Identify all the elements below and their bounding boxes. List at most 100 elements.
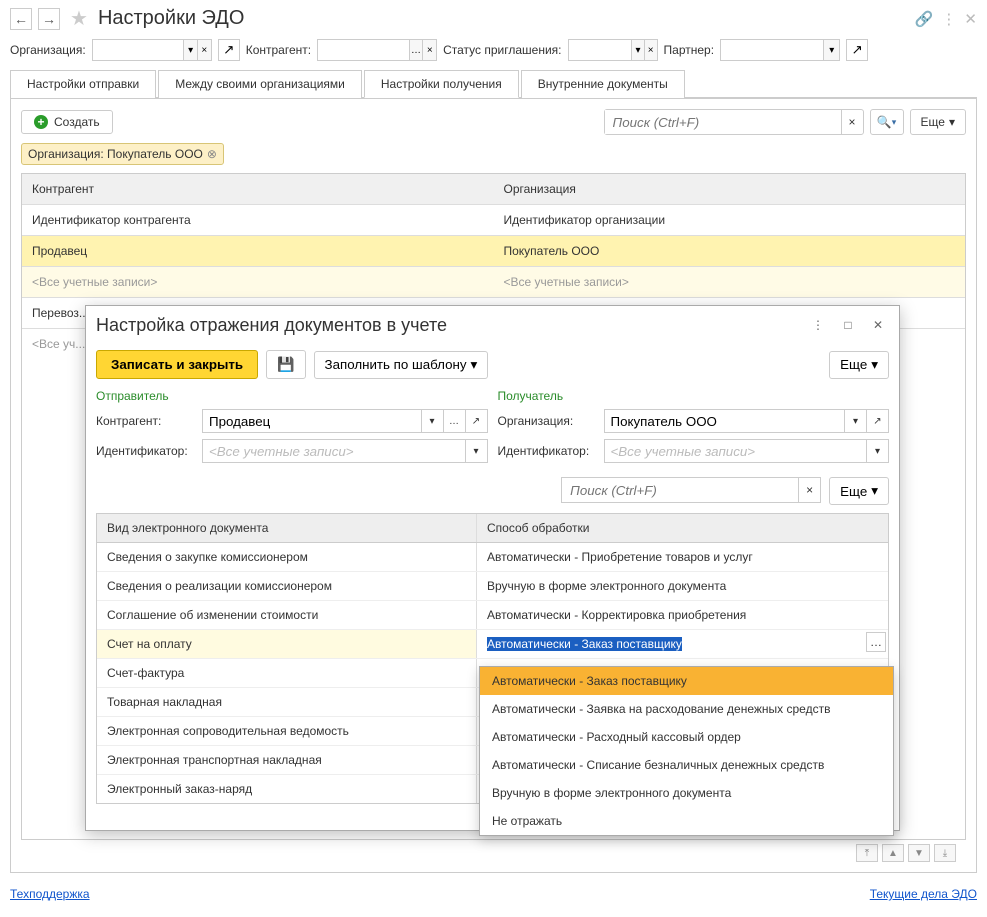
org-input[interactable] bbox=[605, 410, 845, 432]
dialog-search-box[interactable]: × bbox=[561, 477, 821, 503]
column-header-contractor[interactable]: Контрагент bbox=[22, 174, 494, 204]
nav-back-button[interactable]: ← bbox=[10, 8, 32, 30]
chevron-down-icon: ▾ bbox=[949, 115, 955, 129]
cell: Покупатель ООО bbox=[494, 236, 966, 266]
dropdown-option[interactable]: Автоматически - Заявка на расходование д… bbox=[480, 695, 893, 723]
tab-between-orgs[interactable]: Между своими организациями bbox=[158, 70, 362, 98]
table-row[interactable]: Идентификатор контрагента Идентификатор … bbox=[22, 205, 965, 236]
table-row[interactable]: Сведения о закупке комиссионером Автомат… bbox=[97, 543, 888, 572]
more-label: Еще bbox=[840, 357, 867, 372]
cell: Идентификатор контрагента bbox=[22, 205, 494, 235]
nav-forward-button[interactable]: → bbox=[38, 8, 60, 30]
clear-search-icon[interactable]: × bbox=[841, 110, 863, 134]
dropdown-option[interactable]: Вручную в форме электронного документа bbox=[480, 779, 893, 807]
favorite-star-icon[interactable]: ★ bbox=[70, 6, 88, 31]
sender-id-input[interactable] bbox=[203, 440, 465, 462]
contractor-combo[interactable]: … × bbox=[317, 39, 437, 61]
dialog-close-icon[interactable]: ✕ bbox=[867, 314, 889, 336]
dropdown-trigger-icon[interactable]: … bbox=[866, 632, 886, 652]
receiver-id-field[interactable]: ▾ bbox=[604, 439, 890, 463]
dialog-kebab-icon[interactable]: ⋮ bbox=[807, 314, 829, 336]
chevron-down-icon[interactable]: ▾ bbox=[866, 440, 888, 462]
ellipsis-icon[interactable]: … bbox=[409, 40, 423, 60]
save-button[interactable]: 💾 bbox=[266, 350, 305, 379]
cell: Идентификатор организации bbox=[494, 205, 966, 235]
clear-icon[interactable]: × bbox=[644, 40, 657, 60]
organization-filter-label: Организация: bbox=[10, 43, 86, 57]
partner-input[interactable] bbox=[721, 40, 823, 60]
tab-receive-settings[interactable]: Настройки получения bbox=[364, 70, 519, 98]
chevron-down-icon[interactable]: ▾ bbox=[183, 40, 197, 60]
contractor-field[interactable]: ▾ … ↗ bbox=[202, 409, 488, 433]
organization-combo[interactable]: ▾ × bbox=[92, 39, 212, 61]
chevron-down-icon[interactable]: ▾ bbox=[421, 410, 443, 432]
more-button-label: Еще bbox=[921, 115, 945, 129]
table-row[interactable]: Сведения о реализации комиссионером Вруч… bbox=[97, 572, 888, 601]
invite-status-input[interactable] bbox=[569, 40, 632, 60]
contractor-input[interactable] bbox=[318, 40, 409, 60]
table-row[interactable]: <Все учетные записи> <Все учетные записи… bbox=[22, 267, 965, 298]
diskette-icon: 💾 bbox=[277, 356, 294, 373]
save-and-close-button[interactable]: Записать и закрыть bbox=[96, 350, 258, 379]
chevron-down-icon[interactable]: ▾ bbox=[465, 440, 487, 462]
table-row-selected[interactable]: Счет на оплату Автоматически - Заказ пос… bbox=[97, 630, 888, 659]
column-header-doc-kind[interactable]: Вид электронного документа bbox=[97, 514, 477, 542]
table-row[interactable]: Продавец Покупатель ООО bbox=[22, 236, 965, 267]
selected-value: Автоматически - Заказ поставщику bbox=[487, 637, 682, 651]
fill-by-template-button[interactable]: Заполнить по шаблону ▾ bbox=[314, 351, 489, 379]
create-button[interactable]: + Создать bbox=[21, 110, 113, 134]
more-button[interactable]: Еще ▾ bbox=[910, 109, 966, 135]
chevron-down-icon[interactable]: ▾ bbox=[844, 410, 866, 432]
partner-open-button[interactable]: ↗ bbox=[846, 39, 868, 61]
search-input[interactable] bbox=[605, 110, 841, 134]
search-button[interactable]: 🔍▾ bbox=[870, 109, 904, 135]
dialog-search-input[interactable] bbox=[562, 478, 798, 502]
org-field[interactable]: ▾ ↗ bbox=[604, 409, 890, 433]
scroll-up-button[interactable]: ▲ bbox=[882, 844, 904, 862]
dialog-maximize-icon[interactable]: □ bbox=[837, 314, 859, 336]
cell: Товарная накладная bbox=[97, 688, 477, 716]
kebab-menu-icon[interactable]: ⋮ bbox=[941, 10, 956, 28]
dialog-title: Настройка отражения документов в учете bbox=[96, 315, 447, 336]
search-box[interactable]: × bbox=[604, 109, 864, 135]
tab-internal-docs[interactable]: Внутренние документы bbox=[521, 70, 685, 98]
contractor-input[interactable] bbox=[203, 410, 421, 432]
invite-status-combo[interactable]: ▾ × bbox=[568, 39, 658, 61]
remove-filter-icon[interactable]: ⊗ bbox=[207, 147, 217, 161]
clear-search-icon[interactable]: × bbox=[798, 478, 820, 502]
scroll-top-button[interactable]: ⤒ bbox=[856, 844, 878, 862]
table-row[interactable]: Соглашение об изменении стоимости Автома… bbox=[97, 601, 888, 630]
receiver-id-input[interactable] bbox=[605, 440, 867, 462]
close-icon[interactable]: ✕ bbox=[964, 10, 977, 28]
active-filter-tag[interactable]: Организация: Покупатель ООО ⊗ bbox=[21, 143, 224, 165]
clear-icon[interactable]: × bbox=[197, 40, 211, 60]
chevron-down-icon[interactable]: ▾ bbox=[823, 40, 839, 60]
partner-combo[interactable]: ▾ bbox=[720, 39, 840, 61]
sender-id-field[interactable]: ▾ bbox=[202, 439, 488, 463]
chevron-down-icon[interactable]: ▾ bbox=[631, 40, 644, 60]
open-link-icon[interactable]: ↗ bbox=[866, 410, 888, 432]
clear-icon[interactable]: × bbox=[422, 40, 436, 60]
link-icon[interactable]: 🔗 bbox=[915, 10, 934, 28]
dialog-more-button-2[interactable]: Еще ▾ bbox=[829, 477, 889, 505]
chevron-down-icon: ▾ bbox=[871, 357, 878, 373]
current-edo-link[interactable]: Текущие дела ЭДО bbox=[870, 887, 977, 901]
column-header-method[interactable]: Способ обработки bbox=[477, 514, 888, 542]
open-link-icon[interactable]: ↗ bbox=[465, 410, 487, 432]
dropdown-option[interactable]: Автоматически - Расходный кассовый ордер bbox=[480, 723, 893, 751]
scroll-bottom-button[interactable]: ⤓ bbox=[934, 844, 956, 862]
dropdown-option[interactable]: Автоматически - Заказ поставщику bbox=[480, 667, 893, 695]
organization-input[interactable] bbox=[93, 40, 184, 60]
tab-send-settings[interactable]: Настройки отправки bbox=[10, 70, 156, 98]
dropdown-option[interactable]: Автоматически - Списание безналичных ден… bbox=[480, 751, 893, 779]
support-link[interactable]: Техподдержка bbox=[10, 887, 90, 901]
cell: Электронная транспортная накладная bbox=[97, 746, 477, 774]
dropdown-option[interactable]: Не отражать bbox=[480, 807, 893, 835]
cell-editing[interactable]: Автоматически - Заказ поставщику … bbox=[477, 630, 888, 658]
dialog-more-button[interactable]: Еще ▾ bbox=[829, 351, 889, 379]
scroll-down-button[interactable]: ▼ bbox=[908, 844, 930, 862]
column-header-organization[interactable]: Организация bbox=[494, 174, 966, 204]
organization-open-button[interactable]: ↗ bbox=[218, 39, 240, 61]
fill-template-label: Заполнить по шаблону bbox=[325, 357, 467, 372]
ellipsis-icon[interactable]: … bbox=[443, 410, 465, 432]
